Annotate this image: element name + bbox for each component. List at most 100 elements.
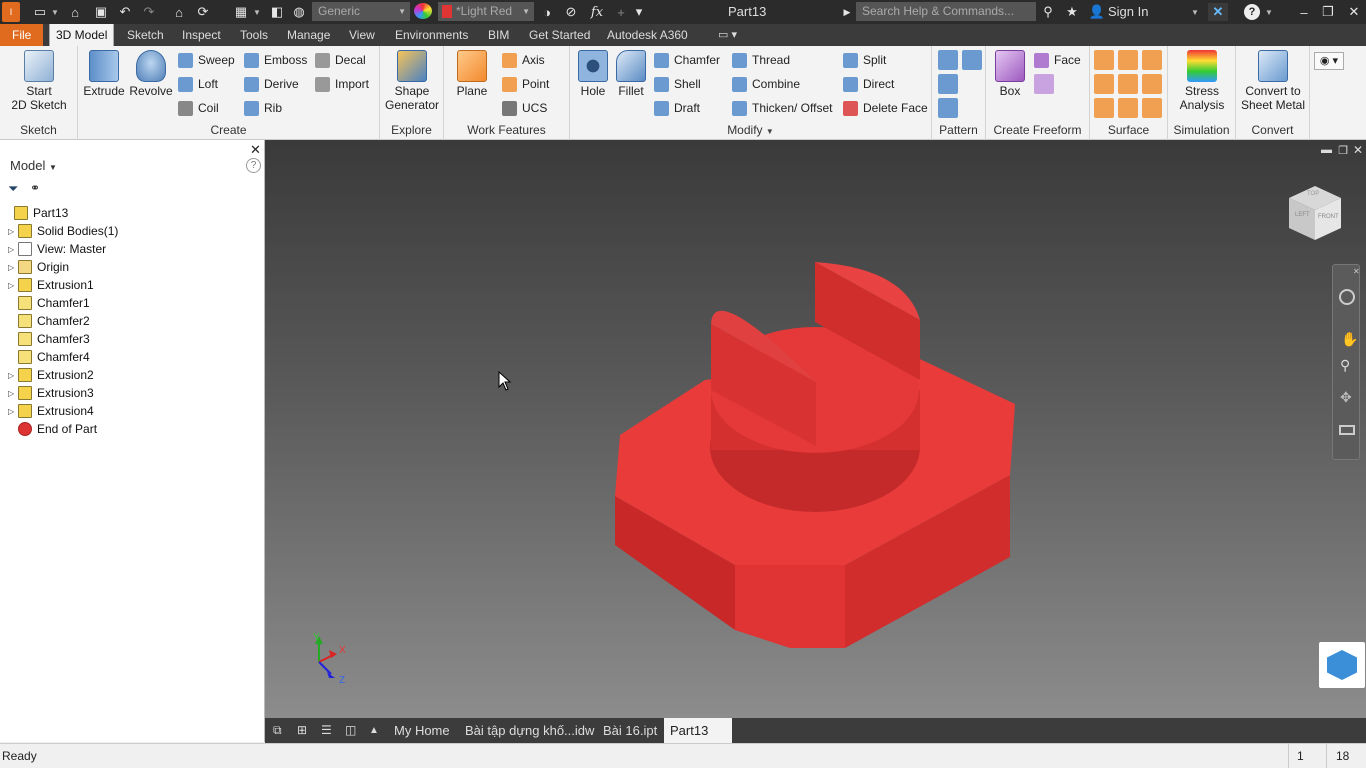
- customize-qat-icon[interactable]: ▾: [632, 3, 646, 21]
- material-filter-icon[interactable]: ◧: [268, 3, 286, 21]
- patch-icon[interactable]: [1094, 74, 1114, 94]
- start-2d-sketch-button[interactable]: Start 2D Sketch: [8, 50, 70, 112]
- tab-get-started[interactable]: Get Started: [523, 24, 596, 46]
- boundary-patch-icon[interactable]: [1094, 98, 1114, 118]
- repair-bodies-icon[interactable]: [1142, 98, 1162, 118]
- convert-sheet-metal-button[interactable]: Convert to Sheet Metal: [1238, 50, 1308, 112]
- tab-environments[interactable]: Environments: [389, 24, 474, 46]
- extrude-button[interactable]: Extrude: [82, 50, 126, 98]
- look-at-icon[interactable]: [1339, 425, 1355, 435]
- tab-inspect[interactable]: Inspect: [176, 24, 227, 46]
- expand-arrow-icon[interactable]: ▷: [8, 371, 18, 380]
- extend-icon[interactable]: [1142, 74, 1162, 94]
- stress-analysis-button[interactable]: Stress Analysis: [1172, 50, 1232, 112]
- emboss-button[interactable]: Emboss: [244, 50, 307, 70]
- tree-item[interactable]: ▷ Solid Bodies(1): [8, 222, 118, 240]
- tab-bim[interactable]: BIM: [482, 24, 515, 46]
- restore-icon[interactable]: ❐: [1320, 3, 1336, 21]
- tab-view[interactable]: View: [343, 24, 381, 46]
- adjust-appearance-icon[interactable]: ◑: [538, 3, 556, 21]
- part-3d-model[interactable]: [265, 140, 1366, 718]
- delete-face-button[interactable]: Delete Face: [843, 98, 928, 118]
- sign-in-link[interactable]: Sign In: [1108, 4, 1148, 19]
- parameters-icon[interactable]: fx: [588, 3, 606, 21]
- select-icon[interactable]: ▦: [232, 3, 250, 21]
- revolve-button[interactable]: Revolve: [128, 50, 174, 98]
- plus-icon[interactable]: +: [612, 3, 630, 21]
- stitch-icon[interactable]: [1118, 50, 1138, 70]
- tile-icon[interactable]: ⊞: [291, 718, 313, 743]
- find-binoculars-icon[interactable]: ⚭: [30, 181, 40, 195]
- open-folder-icon[interactable]: ⌂: [66, 3, 84, 21]
- expand-arrow-icon[interactable]: ▷: [8, 389, 18, 398]
- home-icon[interactable]: ⌂: [170, 3, 188, 21]
- tab-3d-model[interactable]: 3D Model: [49, 24, 115, 46]
- tree-item[interactable]: ▷ View: Master: [8, 240, 106, 258]
- search-expand-icon[interactable]: ▶: [842, 3, 852, 21]
- view-cube[interactable]: LEFT FRONT TOP: [1287, 184, 1343, 242]
- decal-button[interactable]: Decal: [315, 50, 366, 70]
- steering-wheel-icon[interactable]: [1339, 289, 1355, 305]
- panel-help-icon[interactable]: ?: [246, 158, 261, 173]
- orbit-icon[interactable]: ✥: [1340, 389, 1352, 406]
- expand-arrow-icon[interactable]: ▷: [8, 227, 18, 236]
- close-panel-icon[interactable]: ✕: [250, 142, 261, 158]
- rectangular-pattern-icon[interactable]: [938, 50, 958, 70]
- doc-list-icon[interactable]: ▲: [363, 718, 385, 743]
- close-window-icon[interactable]: ✕: [1346, 3, 1362, 21]
- appearance-select[interactable]: *Light Red ▼: [438, 2, 534, 21]
- new-file-icon[interactable]: ▭: [32, 3, 48, 21]
- trim-icon[interactable]: [1118, 74, 1138, 94]
- tab-part13[interactable]: Part13 ✕: [664, 718, 732, 763]
- coil-button[interactable]: Coil: [178, 98, 219, 118]
- tree-item[interactable]: Chamfer1: [8, 294, 90, 312]
- color-override-icon[interactable]: ◍: [290, 3, 308, 21]
- import-button[interactable]: Import: [315, 74, 369, 94]
- tab-sketch[interactable]: Sketch: [121, 24, 170, 46]
- tree-item[interactable]: ▷ Extrusion4: [8, 402, 94, 420]
- shape-generator-button[interactable]: Shape Generator: [382, 50, 442, 112]
- ucs-button[interactable]: UCS: [502, 98, 547, 118]
- tree-item[interactable]: ▷ Extrusion3: [8, 384, 94, 402]
- new-dropdown-icon[interactable]: ▼: [50, 3, 60, 21]
- help-search-input[interactable]: Search Help & Commands...: [856, 2, 1036, 21]
- share-button[interactable]: [1319, 642, 1365, 688]
- expand-arrow-icon[interactable]: ▷: [8, 281, 18, 290]
- material-select[interactable]: Generic ▼: [312, 2, 410, 21]
- split-button[interactable]: Split: [843, 50, 886, 70]
- search-icon[interactable]: ⚲: [1040, 3, 1056, 21]
- hole-button[interactable]: Hole: [574, 50, 612, 98]
- tree-item[interactable]: Chamfer2: [8, 312, 90, 330]
- fillet-button[interactable]: Fillet: [612, 50, 650, 98]
- save-icon[interactable]: ▣: [92, 3, 110, 21]
- axis-button[interactable]: Axis: [502, 50, 545, 70]
- tree-item[interactable]: Chamfer4: [8, 348, 90, 366]
- sign-in-dropdown-icon[interactable]: ▼: [1190, 3, 1200, 21]
- select-dropdown-icon[interactable]: ▼: [252, 3, 262, 21]
- clear-appearance-icon[interactable]: ⊘: [562, 3, 580, 21]
- model-panel-header[interactable]: Model ▼: [10, 158, 57, 173]
- horizontal-tile-icon[interactable]: ☰: [315, 718, 338, 743]
- ribbon-options-icon[interactable]: ▭ ▾: [712, 24, 743, 46]
- zoom-icon[interactable]: ⚲: [1340, 357, 1350, 374]
- circular-pattern-icon[interactable]: [938, 74, 958, 94]
- appearance-icon[interactable]: [414, 3, 432, 19]
- update-icon[interactable]: ⟳: [194, 3, 212, 21]
- minimize-icon[interactable]: –: [1296, 3, 1312, 21]
- loft-button[interactable]: Loft: [178, 74, 218, 94]
- tree-item[interactable]: End of Part: [8, 420, 97, 438]
- shell-button[interactable]: Shell: [654, 74, 701, 94]
- tab-bai-16-ipt[interactable]: Bài 16.ipt: [597, 718, 663, 743]
- tree-item[interactable]: Part13: [8, 204, 68, 222]
- tab-file[interactable]: File: [0, 24, 44, 46]
- rib-button[interactable]: Rib: [244, 98, 282, 118]
- convert-freeform-icon[interactable]: [1034, 74, 1054, 94]
- help-dropdown-icon[interactable]: ▼: [1264, 3, 1274, 21]
- face-button[interactable]: Face: [1034, 50, 1081, 70]
- redo-icon[interactable]: ↷: [140, 3, 158, 21]
- thicken-offset-button[interactable]: Thicken/ Offset: [732, 98, 832, 118]
- expand-arrow-icon[interactable]: ▷: [8, 263, 18, 272]
- mirror-icon[interactable]: [962, 50, 982, 70]
- tab-manage[interactable]: Manage: [281, 24, 336, 46]
- undo-icon[interactable]: ↶: [116, 3, 134, 21]
